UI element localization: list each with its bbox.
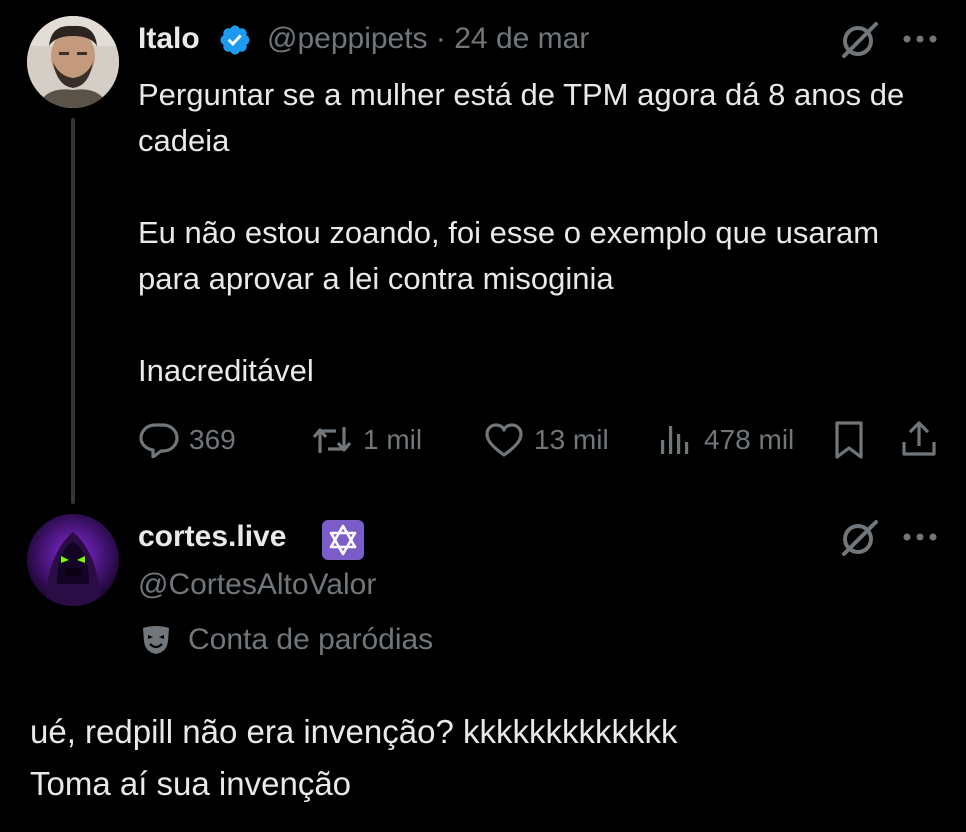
avatar-italo[interactable]	[27, 16, 119, 108]
verified-badge-icon	[220, 25, 250, 55]
post-date[interactable]: 24 de mar	[454, 22, 589, 55]
avatar-image	[27, 514, 119, 606]
views-icon	[661, 426, 689, 454]
separator: ·	[435, 22, 446, 55]
handle-text: @peppipets	[267, 22, 428, 55]
repost-icon	[312, 427, 352, 453]
like-icon	[485, 423, 523, 457]
post-paragraph: Inacreditável	[138, 353, 314, 388]
views-count: 478 mil	[704, 424, 795, 455]
reply-line: ué, redpill não era invenção? kkkkkkkkkk…	[30, 713, 678, 750]
avatar-photo	[27, 16, 119, 108]
like-button[interactable]: 13 mil	[484, 418, 609, 462]
grok-icon[interactable]	[838, 20, 880, 60]
parody-label: Conta de paródias	[140, 620, 433, 660]
post-text: Perguntar se a mulher está de TPM agora …	[138, 72, 948, 394]
star-of-david-icon	[322, 520, 364, 560]
grok-icon[interactable]	[838, 518, 880, 558]
more-icon[interactable]	[902, 532, 938, 542]
like-count: 13 mil	[534, 424, 609, 455]
repost-count: 1 mil	[363, 424, 423, 455]
reply-text: ué, redpill não era invenção? kkkkkkkkkk…	[30, 706, 950, 810]
views-button[interactable]: 478 mil	[658, 418, 794, 462]
more-icon[interactable]	[902, 34, 938, 44]
thread-line	[71, 118, 75, 504]
repost-button[interactable]: 1 mil	[311, 418, 422, 462]
parody-label-text: Conta de paródias	[188, 623, 434, 656]
author-name[interactable]: Italo	[138, 21, 200, 57]
post-paragraph: Perguntar se a mulher está de TPM agora …	[138, 77, 905, 158]
reply-button[interactable]: 369	[139, 418, 236, 462]
mask-icon	[143, 626, 169, 654]
share-icon[interactable]	[900, 420, 938, 458]
reply-icon	[139, 423, 179, 458]
author-handle[interactable]: @peppipets · 24 de mar	[267, 21, 589, 57]
avatar-cortes-live[interactable]	[27, 514, 119, 606]
reply-line: Toma aí sua invenção	[30, 765, 352, 802]
reply-count: 369	[189, 424, 236, 455]
reply-author-handle[interactable]: @CortesAltoValor	[138, 567, 376, 603]
post-paragraph: Eu não estou zoando, foi esse o exemplo …	[138, 215, 880, 296]
reply-author-name[interactable]: cortes.live	[138, 519, 286, 555]
bookmark-icon[interactable]	[832, 420, 866, 460]
